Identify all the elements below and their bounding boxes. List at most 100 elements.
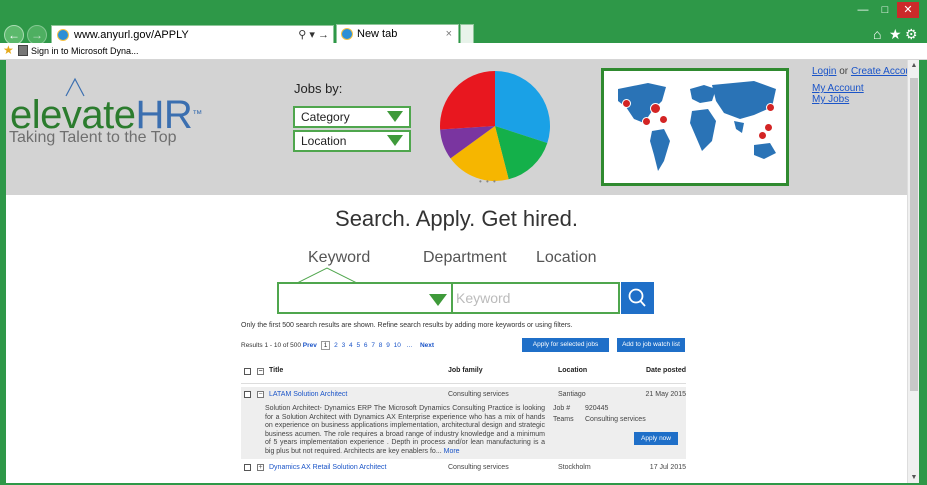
- page-ellipsis[interactable]: ...: [407, 342, 412, 349]
- search-divider: [451, 284, 453, 312]
- page-link[interactable]: 8: [379, 342, 383, 349]
- job-date: 21 May 2015: [645, 391, 686, 398]
- dropdown-triangle-icon: [387, 135, 403, 146]
- map-pin[interactable]: [764, 123, 773, 132]
- location-select-value: Location: [301, 134, 347, 148]
- search-bar: [277, 282, 620, 314]
- col-date-posted[interactable]: Date posted: [646, 367, 686, 374]
- my-account-link[interactable]: My Account: [812, 83, 864, 94]
- add-favorite-star-icon[interactable]: ★: [3, 44, 14, 57]
- header-divider: [241, 383, 686, 384]
- job-title-link[interactable]: LATAM Solution Architect: [269, 391, 347, 398]
- maximize-icon[interactable]: □: [874, 2, 896, 18]
- collapse-all-icon[interactable]: −: [257, 368, 264, 375]
- prev-link[interactable]: Prev: [303, 342, 317, 349]
- job-family: Consulting services: [448, 464, 509, 471]
- account-links: Login or Create Account My Account My Jo…: [812, 66, 907, 105]
- col-title[interactable]: Title: [269, 367, 283, 374]
- close-window-icon[interactable]: ✕: [897, 2, 919, 18]
- search-dropdown-triangle-icon[interactable]: [429, 294, 447, 306]
- close-tab-icon[interactable]: ×: [446, 25, 452, 44]
- scroll-up-icon[interactable]: ▲: [908, 62, 920, 69]
- page-link[interactable]: 3: [342, 342, 346, 349]
- forward-button[interactable]: →: [27, 25, 47, 45]
- tab-department[interactable]: Department: [423, 249, 507, 267]
- row-checkbox[interactable]: [244, 464, 251, 471]
- pie-slice[interactable]: [440, 71, 495, 130]
- login-link[interactable]: Login: [812, 66, 836, 77]
- search-refresh-icon[interactable]: ⚲ ▾ →: [298, 26, 329, 44]
- teams-value: Consulting services: [585, 416, 646, 423]
- address-bar[interactable]: www.anyurl.gov/APPLY ⚲ ▾ →: [51, 25, 334, 45]
- favorites-star-icon[interactable]: ★: [889, 26, 902, 43]
- page-link[interactable]: 9: [386, 342, 390, 349]
- favorite-site-icon: [18, 45, 28, 56]
- map-pin[interactable]: [758, 131, 767, 140]
- map-pin[interactable]: [659, 115, 668, 124]
- create-account-link[interactable]: Create Account: [851, 66, 907, 77]
- job-number: 920445: [585, 405, 609, 412]
- settings-gear-icon[interactable]: ⚙: [905, 26, 918, 43]
- next-link[interactable]: Next: [420, 342, 434, 349]
- window-frame-right: [919, 60, 927, 485]
- col-job-family[interactable]: Job family: [448, 367, 483, 374]
- apply-now-button[interactable]: Apply now: [634, 432, 678, 445]
- keyword-input[interactable]: [456, 287, 616, 309]
- address-url: www.anyurl.gov/APPLY: [74, 29, 189, 41]
- row-checkbox[interactable]: [244, 391, 251, 398]
- page-current: 1: [320, 341, 331, 350]
- select-all-checkbox[interactable]: [244, 368, 251, 375]
- job-detail-panel: Solution Architect- Dynamics ERP The Mic…: [241, 403, 686, 459]
- or-text: or: [839, 66, 849, 77]
- page-link[interactable]: 5: [356, 342, 360, 349]
- browser-tab[interactable]: New tab ×: [336, 24, 459, 45]
- map-pin[interactable]: [650, 103, 661, 114]
- location-select[interactable]: Location: [293, 130, 411, 152]
- world-map-graphic: [604, 71, 786, 183]
- page-link[interactable]: 7: [371, 342, 375, 349]
- scroll-down-icon[interactable]: ▼: [908, 474, 920, 481]
- jobs-pie-chart[interactable]: [439, 70, 551, 182]
- minimize-icon[interactable]: —: [852, 2, 874, 18]
- map-pin[interactable]: [622, 99, 631, 108]
- search-button[interactable]: [621, 282, 654, 314]
- more-link[interactable]: More: [444, 448, 460, 455]
- favorite-link[interactable]: Sign in to Microsoft Dyna...: [31, 43, 139, 59]
- page-link[interactable]: 4: [349, 342, 353, 349]
- elevatehr-logo[interactable]: elevateHR™ Taking Talent to the Top: [6, 70, 206, 150]
- results-range: Results 1 - 10 of 500: [241, 342, 301, 349]
- carousel-dots[interactable]: • • •: [479, 177, 497, 186]
- results-table-header: − Title Job family Location Date posted: [241, 365, 686, 380]
- job-number-label: Job #: [553, 405, 571, 412]
- apply-selected-button[interactable]: Apply for selected jobs: [522, 338, 609, 352]
- expand-row-icon[interactable]: +: [257, 464, 264, 471]
- map-pin[interactable]: [766, 103, 775, 112]
- category-select[interactable]: Category: [293, 106, 411, 128]
- page-viewport: elevateHR™ Taking Talent to the Top Jobs…: [6, 60, 907, 483]
- hero-heading: Search. Apply. Get hired.: [335, 206, 578, 231]
- map-pin[interactable]: [642, 117, 651, 126]
- job-family: Consulting services: [448, 391, 509, 398]
- tab-keyword[interactable]: Keyword: [308, 249, 370, 267]
- jobs-world-map[interactable]: [601, 68, 789, 186]
- page-link[interactable]: 6: [364, 342, 368, 349]
- new-tab-button[interactable]: [460, 24, 474, 45]
- page-link[interactable]: 10: [394, 342, 401, 349]
- col-location[interactable]: Location: [558, 367, 587, 374]
- back-button[interactable]: ←: [4, 25, 24, 45]
- ie-tab-icon: [341, 28, 353, 40]
- scrollbar-thumb[interactable]: [910, 78, 918, 391]
- page-link[interactable]: 2: [334, 342, 338, 349]
- category-select-value: Category: [301, 110, 350, 124]
- home-icon[interactable]: ⌂: [873, 26, 881, 42]
- collapse-row-icon[interactable]: −: [257, 391, 264, 398]
- page-scrollbar[interactable]: ▲ ▼: [907, 60, 919, 483]
- job-location: Stockholm: [558, 464, 591, 471]
- pagination: Results 1 - 10 of 500 Prev 1 2 3 4 5 6 7…: [241, 341, 436, 350]
- tab-location[interactable]: Location: [536, 249, 597, 267]
- job-description: Solution Architect- Dynamics ERP The Mic…: [265, 405, 545, 456]
- my-jobs-link[interactable]: My Jobs: [812, 94, 849, 105]
- job-title-link[interactable]: Dynamics AX Retail Solution Architect: [269, 464, 387, 471]
- teams-label: Teams: [553, 416, 574, 423]
- add-watch-list-button[interactable]: Add to job watch list: [617, 338, 685, 352]
